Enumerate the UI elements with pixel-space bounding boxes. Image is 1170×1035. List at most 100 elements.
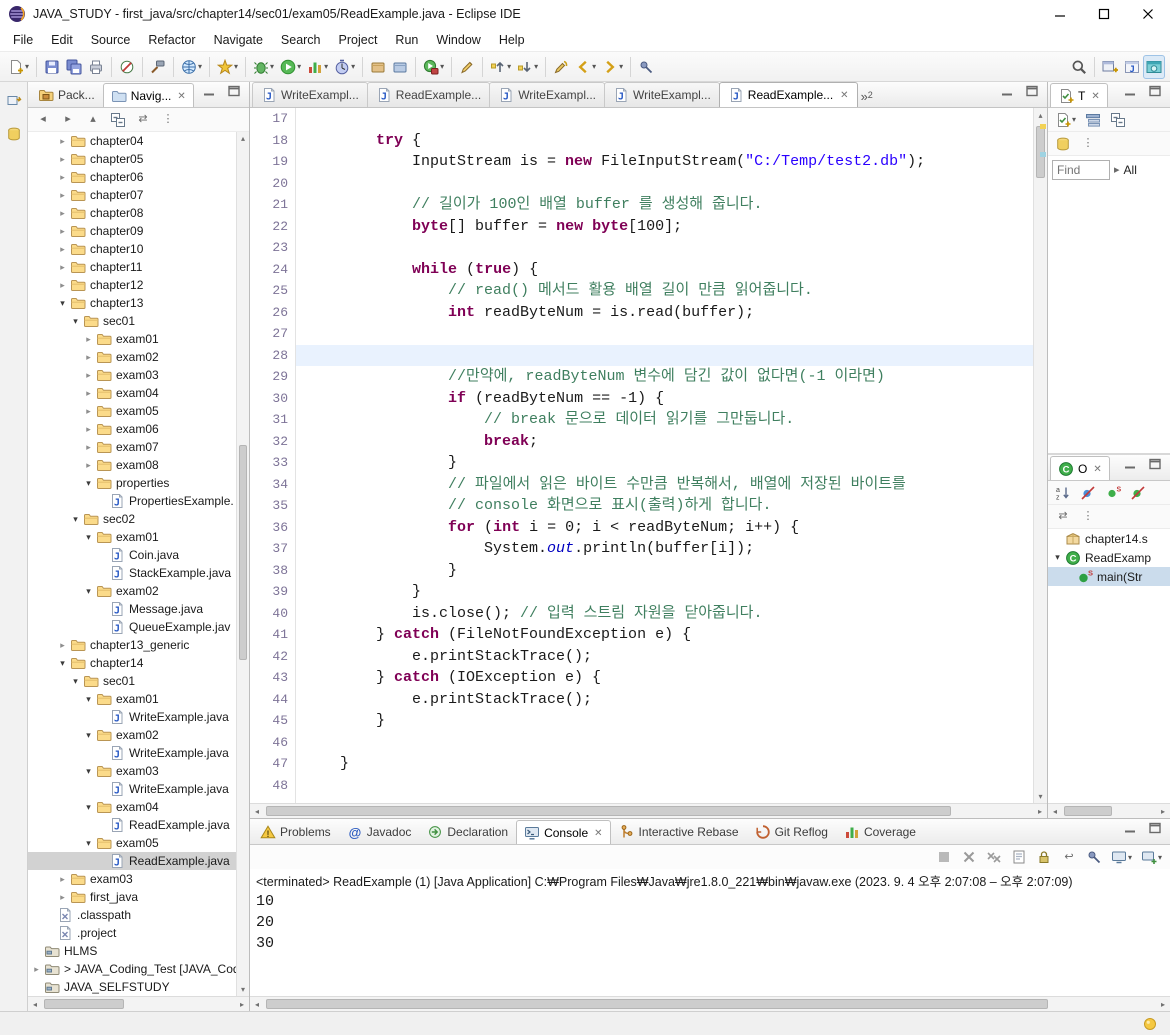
tree-expander-icon[interactable]: ▾ [1051,552,1064,563]
minimize-view-button[interactable] [1119,819,1141,840]
tree-expander-icon[interactable]: ▾ [69,676,82,687]
menu-file[interactable]: File [4,30,42,50]
view-menu-button[interactable]: ⋮ [157,108,179,132]
tree-item[interactable]: .project [28,924,249,942]
tree-item[interactable]: ▸ chapter08 [28,204,249,222]
scroll-thumb[interactable] [239,445,247,660]
tree-item[interactable]: J PropertiesExample. [28,492,249,510]
tab-close-icon[interactable]: ✕ [177,91,185,102]
maximize-view-button[interactable] [1144,82,1166,103]
scroll-right-icon[interactable]: ▸ [1156,804,1170,818]
new-wizard-button[interactable]: ▾ [5,55,32,79]
scroll-thumb[interactable] [266,806,952,816]
tree-item[interactable]: ▸ exam04 [28,384,249,402]
open-console-button[interactable]: ▾ [1138,845,1165,869]
display-console-button[interactable]: ▾ [1108,845,1135,869]
java-perspective-button[interactable]: J [1121,55,1143,79]
tree-item[interactable]: ▾ chapter14 [28,654,249,672]
link-editor-button[interactable]: ⇄ [132,108,154,132]
tree-expander-icon[interactable]: ▸ [82,352,95,363]
tree-item[interactable]: ▾ exam04 [28,798,249,816]
scroll-up-icon[interactable]: ▴ [1034,108,1047,122]
profile-button[interactable]: ▾ [331,55,358,79]
web-browser-button[interactable]: ▾ [178,55,205,79]
window-minimize-button[interactable] [1038,0,1082,28]
tree-item[interactable]: J ReadExample.java [28,852,249,870]
view-tab-console[interactable]: Console ✕ [516,820,611,844]
pin-console-button[interactable] [1083,845,1105,869]
code-editor[interactable]: try { InputStream is = new FileInputStre… [296,108,1033,803]
maximize-view-button[interactable] [223,82,245,103]
tree-expander-icon[interactable]: ▸ [82,424,95,435]
back-nav-button[interactable]: ◂ [32,108,54,132]
tree-item[interactable]: ▸ chapter11 [28,258,249,276]
tree-expander-icon[interactable]: ▸ [56,262,69,273]
scroll-lock-button[interactable] [1033,845,1055,869]
remove-launch-button[interactable] [958,845,980,869]
tree-expander-icon[interactable]: ▸ [56,208,69,219]
maximize-view-button[interactable] [1144,819,1166,840]
debug-button[interactable]: ▾ [250,55,277,79]
menu-refactor[interactable]: Refactor [139,30,204,50]
new-task-button[interactable]: ▾ [1052,108,1079,132]
tree-item[interactable]: ▸ chapter06 [28,168,249,186]
tree-expander-icon[interactable]: ▸ [56,892,69,903]
navigator-hscrollbar[interactable]: ◂ ▸ [28,996,249,1011]
minimize-view-button[interactable] [1119,82,1141,103]
hidden-tabs-indicator[interactable]: » 2 [861,90,873,107]
clear-console-button[interactable] [1008,845,1030,869]
menu-help[interactable]: Help [490,30,534,50]
tree-expander-icon[interactable]: ▸ [82,370,95,381]
tree-expander-icon[interactable]: ▸ [56,640,69,651]
outline-hscrollbar[interactable]: ◂ ▸ [1048,803,1170,818]
tree-item[interactable]: ▸ chapter13_generic [28,636,249,654]
menu-navigate[interactable]: Navigate [205,30,272,50]
tree-item[interactable]: ▸ exam03 [28,870,249,888]
search-button[interactable] [1068,55,1090,79]
tab-close-icon[interactable]: ✕ [1091,91,1099,102]
hide-non-public-button[interactable] [1127,481,1149,505]
tree-item[interactable]: ▸ chapter07 [28,186,249,204]
menu-project[interactable]: Project [330,30,387,50]
notifications-icon[interactable] [1142,1016,1158,1032]
tree-item[interactable]: ▾ sec01 [28,312,249,330]
tree-expander-icon[interactable]: ▸ [82,442,95,453]
console-output[interactable]: 10 20 30 [250,889,1170,996]
back-button[interactable]: ▾ [572,55,599,79]
collapse-all-button[interactable] [1107,108,1129,132]
external-tools-button[interactable]: ▾ [420,55,447,79]
tree-expander-icon[interactable]: ▸ [82,388,95,399]
outline-item[interactable]: chapter14.s [1048,529,1170,548]
window-maximize-button[interactable] [1082,0,1126,28]
tree-item[interactable]: ▾ exam01 [28,690,249,708]
terminate-button[interactable] [933,845,955,869]
tree-item[interactable]: ▸ chapter04 [28,132,249,150]
tree-expander-icon[interactable]: ▸ [30,964,43,975]
scroll-up-icon[interactable]: ▴ [237,132,249,145]
categorized-button[interactable] [1082,108,1104,132]
project-tree[interactable]: ▸ chapter04 ▸ chapter05 ▸ chapter06 ▸ chapter07… [28,132,249,996]
tree-item[interactable]: ▸ chapter05 [28,150,249,168]
tree-expander-icon[interactable]: ▾ [82,478,95,489]
coverage-button[interactable]: ▾ [304,55,331,79]
editor-tab[interactable]: J WriteExampl... [603,82,720,107]
tree-item[interactable]: ▾ exam03 [28,762,249,780]
tree-item[interactable]: ▸ exam05 [28,402,249,420]
next-annotation-button[interactable]: ▾ [514,55,541,79]
open-task-button[interactable] [389,55,411,79]
tree-item[interactable]: ▾ chapter13 [28,294,249,312]
view-tab-task-list[interactable]: T ✕ [1050,83,1108,107]
minimize-view-button[interactable] [1119,455,1141,476]
outline-item[interactable]: ▾ C ReadExamp [1048,548,1170,567]
scroll-left-icon[interactable]: ◂ [28,997,42,1011]
tree-item[interactable]: ▸ chapter10 [28,240,249,258]
scroll-thumb[interactable] [1064,806,1112,816]
scroll-left-icon[interactable]: ◂ [250,997,264,1011]
forward-button[interactable]: ▾ [599,55,626,79]
maximize-view-button[interactable] [1144,455,1166,476]
view-tab-problems[interactable]: ! Problems [252,819,339,844]
outline-item[interactable]: Smain(Str [1048,567,1170,586]
tree-expander-icon[interactable]: ▾ [82,766,95,777]
tree-item[interactable]: ▸ > JAVA_Coding_Test [JAVA_Codir [28,960,249,978]
scroll-down-icon[interactable]: ▾ [237,983,249,996]
